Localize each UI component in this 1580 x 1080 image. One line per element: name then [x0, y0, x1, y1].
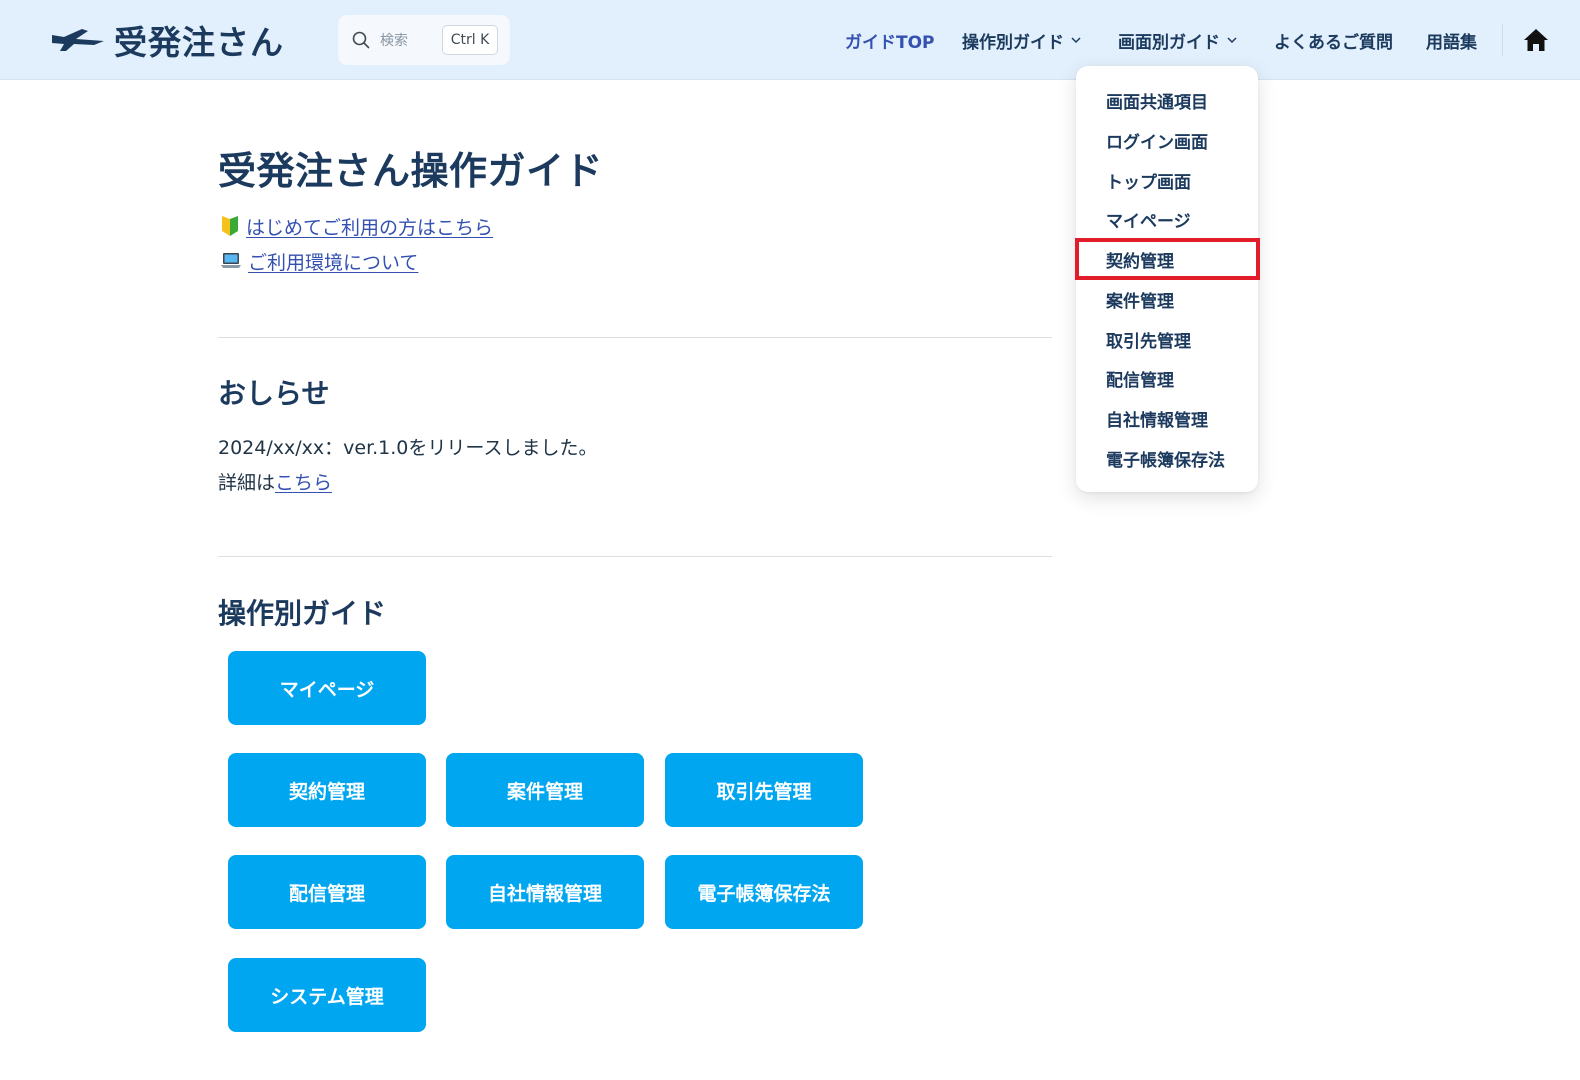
notice-detail-line: 詳細はこちら — [218, 468, 332, 495]
beginner-mark-icon — [222, 216, 238, 236]
first-time-link[interactable]: はじめてご利用の方はこちら — [246, 213, 493, 240]
plane-logo-icon — [52, 29, 104, 51]
nav-faq[interactable]: よくあるご質問 — [1274, 26, 1393, 54]
guide-button-partner[interactable]: 取引先管理 — [665, 753, 863, 827]
dropdown-item-partner[interactable]: 取引先管理 — [1106, 326, 1191, 352]
guide-button-contract[interactable]: 契約管理 — [228, 753, 426, 827]
home-icon[interactable] — [1522, 26, 1550, 54]
nav-divider — [1502, 24, 1503, 56]
guide-button-project[interactable]: 案件管理 — [446, 753, 644, 827]
laptop-icon — [221, 253, 241, 268]
dropdown-item-e-book-law[interactable]: 電子帳簿保存法 — [1106, 445, 1225, 471]
dropdown-item-delivery[interactable]: 配信管理 — [1106, 365, 1174, 391]
guide-button-mypage[interactable]: マイページ — [228, 651, 426, 725]
nav-faq-label: よくあるご質問 — [1274, 32, 1393, 53]
dropdown-item-common[interactable]: 画面共通項目 — [1106, 87, 1208, 113]
environment-link[interactable]: ご利用環境について — [248, 248, 418, 275]
section-divider — [218, 556, 1052, 557]
notice-detail-link[interactable]: こちら — [275, 472, 332, 494]
search-box[interactable]: 検索 Ctrl K — [338, 15, 510, 65]
notice-line: 2024/xx/xx：ver.1.0をリリースしました。 — [218, 437, 598, 459]
guide-button-company-info[interactable]: 自社情報管理 — [446, 855, 644, 929]
dropdown-item-contract[interactable]: 契約管理 — [1106, 246, 1174, 272]
search-shortcut-badge: Ctrl K — [442, 25, 498, 55]
section-divider — [218, 337, 1052, 338]
notice-detail-prefix: 詳細は — [218, 472, 276, 494]
notice-heading: おしらせ — [218, 377, 330, 410]
first-time-link-row: はじめてご利用の方はこちら — [220, 212, 493, 240]
nav-by-operation[interactable]: 操作別ガイド — [962, 26, 1082, 54]
dropdown-item-login[interactable]: ログイン画面 — [1106, 127, 1208, 153]
nav-glossary[interactable]: 用語集 — [1426, 26, 1477, 54]
chevron-down-icon — [1071, 37, 1081, 44]
guide-button-e-book-law[interactable]: 電子帳簿保存法 — [665, 855, 863, 929]
dropdown-item-mypage[interactable]: マイページ — [1106, 206, 1191, 232]
site-logo[interactable]: 受発注さん — [50, 18, 284, 62]
logo-text: 受発注さん — [114, 23, 284, 62]
guide-button-system[interactable]: システム管理 — [228, 958, 426, 1032]
page-title: 受発注さん操作ガイド — [218, 149, 604, 193]
nav-guide-top-label: ガイドTOP — [845, 32, 935, 53]
dropdown-item-company-info[interactable]: 自社情報管理 — [1106, 405, 1208, 431]
dropdown-item-project[interactable]: 案件管理 — [1106, 286, 1174, 312]
search-icon — [352, 31, 370, 49]
chevron-down-icon — [1227, 37, 1237, 44]
guide-heading: 操作別ガイド — [218, 597, 387, 630]
dropdown-item-top[interactable]: トップ画面 — [1106, 167, 1191, 193]
nav-guide-top[interactable]: ガイドTOP — [845, 26, 935, 54]
screen-guide-dropdown: 画面共通項目 ログイン画面 トップ画面 マイページ 契約管理 案件管理 取引先管… — [1076, 66, 1258, 492]
environment-link-row: ご利用環境について — [220, 247, 418, 275]
guide-button-delivery[interactable]: 配信管理 — [228, 855, 426, 929]
nav-by-screen-label: 画面別ガイド — [1118, 32, 1220, 53]
top-navbar: 受発注さん 検索 Ctrl K ガイドTOP 操作別ガイド 画面別ガイド よくあ… — [0, 0, 1580, 80]
nav-by-operation-label: 操作別ガイド — [962, 32, 1064, 53]
nav-glossary-label: 用語集 — [1426, 32, 1477, 53]
nav-by-screen[interactable]: 画面別ガイド — [1118, 26, 1238, 54]
search-placeholder: 検索 — [380, 33, 408, 49]
